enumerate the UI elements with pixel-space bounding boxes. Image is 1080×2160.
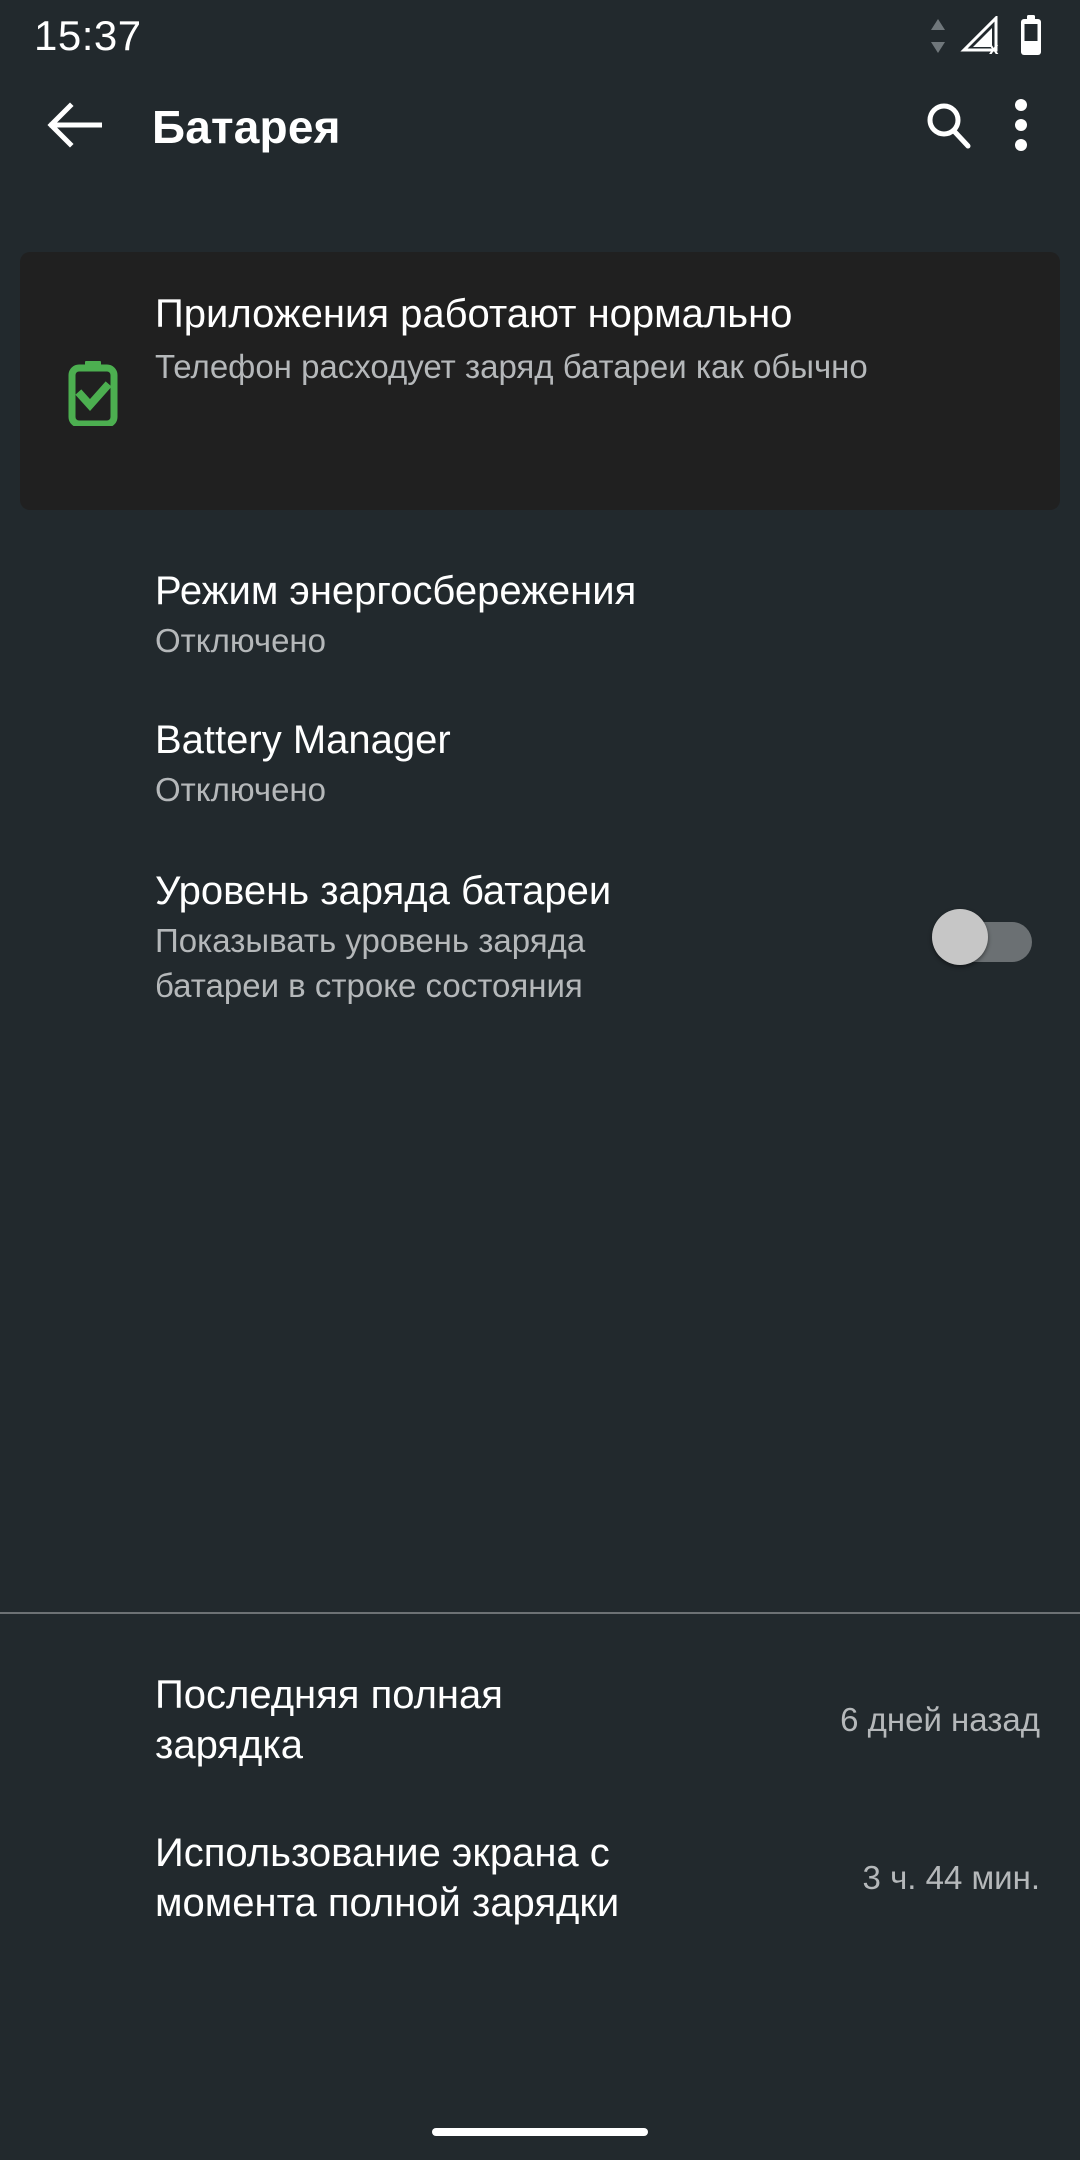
search-icon — [923, 100, 973, 155]
list-item-power-saver[interactable]: Режим энергосбережения Отключено — [0, 540, 1080, 689]
list-item-texts: Уровень заряда батареи Показывать уровен… — [155, 866, 912, 1008]
section-divider — [0, 1612, 1080, 1614]
battery-settings-screen: 15:37 x Батарея Приложения работают норм… — [0, 0, 1080, 2160]
back-arrow-icon — [46, 101, 103, 153]
list-item-texts: Последняя полная зарядка — [155, 1670, 814, 1770]
more-options-button[interactable] — [990, 85, 1052, 169]
search-button[interactable] — [906, 85, 990, 169]
list-item-value: 3 ч. 44 мин. — [862, 1859, 1040, 1896]
back-button[interactable] — [34, 87, 114, 167]
battery-percentage-toggle[interactable] — [932, 909, 1032, 965]
app-bar: Батарея — [0, 72, 1080, 182]
status-bar-icons: x — [928, 15, 1044, 57]
svg-text:x: x — [989, 39, 999, 56]
list-item-texts: Battery Manager Отключено — [155, 715, 1040, 812]
list-item-title: Режим энергосбережения — [155, 569, 637, 613]
list-item-texts: Использование экрана с момента полной за… — [155, 1828, 837, 1928]
battery-tip-card[interactable]: Приложения работают нормально Телефон ра… — [20, 252, 1060, 510]
list-item-battery-percentage[interactable]: Уровень заряда батареи Показывать уровен… — [0, 838, 1080, 1044]
battery-check-icon — [60, 360, 126, 426]
list-item-title: Уровень заряда батареи — [155, 869, 612, 913]
data-transfer-arrows-icon — [928, 17, 948, 55]
battery-stats-list: Последняя полная зарядка 6 дней назад Ис… — [0, 1640, 1080, 1956]
list-item-screen-usage[interactable]: Использование экрана с момента полной за… — [0, 1800, 1080, 1956]
battery-tip-text: Приложения работают нормально Телефон ра… — [155, 288, 1034, 389]
list-item-title: Battery Manager — [155, 718, 451, 762]
toggle-thumb — [932, 909, 988, 965]
status-bar-clock: 15:37 — [34, 12, 142, 59]
battery-tip-title: Приложения работают нормально — [155, 292, 793, 336]
list-item-texts: Режим энергосбережения Отключено — [155, 566, 1040, 663]
list-item-subtitle: Отключено — [155, 771, 326, 808]
list-item-title: Использование экрана с момента полной за… — [155, 1831, 620, 1925]
list-item-subtitle: Показывать уровень заряда батареи в стро… — [155, 922, 586, 1004]
signal-no-service-icon: x — [960, 16, 1006, 56]
battery-icon — [1018, 15, 1044, 57]
home-gesture-pill[interactable] — [432, 2128, 648, 2136]
page-title: Батарея — [152, 101, 341, 153]
battery-tip-subtitle: Телефон расходует заряд батареи как обыч… — [155, 348, 868, 385]
list-item-last-full-charge[interactable]: Последняя полная зарядка 6 дней назад — [0, 1640, 1080, 1800]
list-item-battery-manager[interactable]: Battery Manager Отключено — [0, 689, 1080, 838]
more-options-icon — [1014, 98, 1028, 157]
status-bar: 15:37 x — [0, 0, 1080, 72]
battery-settings-list: Режим энергосбережения Отключено Battery… — [0, 540, 1080, 1044]
list-item-title: Последняя полная зарядка — [155, 1673, 503, 1767]
list-item-subtitle: Отключено — [155, 622, 326, 659]
list-item-value: 6 дней назад — [840, 1701, 1040, 1738]
